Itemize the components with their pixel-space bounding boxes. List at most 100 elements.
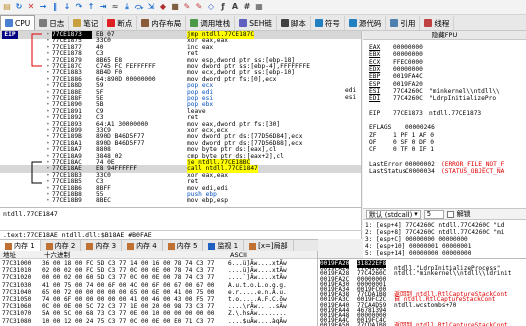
tab-label: 调用堆栈 [200,18,231,28]
animate-icon[interactable]: ≈ [110,2,120,12]
argument-row[interactable]: 2: [esp+8] 77C4260C ntdll.77C4260C "mi [365,229,504,236]
register-name: ESP [369,80,381,88]
register-row[interactable]: ESI 77C4260C "minkernel\\ntdll\\ [363,88,523,95]
argument-row[interactable]: 4: [esp+10] 00000001 00000001 [365,243,471,250]
register-row[interactable]: EIP 77CE1873 ntdll.77CE1873 [363,110,523,117]
register-value: 00000002 [405,160,435,168]
close-icon[interactable]: ✕ [26,2,36,12]
run-to-cursor-icon[interactable]: ⇥ [98,2,108,12]
unlock-checkbox[interactable] [446,210,454,218]
pause-icon[interactable]: ‖ [50,2,60,12]
dump-tab-label: 内存 4 [136,242,157,250]
register-row[interactable]: EBP 0019FA4C [363,73,523,80]
memory-icon [86,242,94,250]
calling-convention-select[interactable]: 默认 (stdcall) ▾ [366,209,421,219]
tab-breakpoint[interactable]: 断点 [103,16,138,30]
patch-icon[interactable]: ■ [170,2,180,12]
tab-label: 断点 [117,18,133,28]
step-into-icon[interactable]: ↓ [62,2,72,12]
argument-row[interactable]: 5: [esp+14] 00000000 00000000 [365,250,471,257]
register-value: 77C4260C [393,95,423,103]
dump-row[interactable]: 77C31020 00 00 02 00 60 5D C3 77 0C 00 0E… [0,274,318,281]
dump-row[interactable]: 77C31040 65 00 72 00 00 00 00 00 65 00 6E… [0,289,318,296]
dump-address: 77C31010 [2,267,32,275]
dump-address: 77C31070 [2,310,32,318]
register-row[interactable]: LastError 00000002 (ERROR_FILE_NOT_F [363,161,523,168]
register-row[interactable]: ESP 0019FA20 [363,81,523,88]
calculator-icon[interactable]: ▦ [254,2,264,12]
cpu-icon [5,19,13,27]
register-row[interactable] [363,154,523,161]
hide-fpu-toggle[interactable]: 隐藏FPU [363,31,526,40]
stack-view[interactable]: 0019FA20 31822EF8 0019FA24 77C4260C ntdll."L… [318,258,526,326]
dump-hex: 10 00 12 00 24 75 C3 77 0C 00 0E 00 E0 7… [42,317,215,325]
dump-row[interactable]: 77C31080 10 00 12 00 24 75 C3 77 0C 00 0E… [0,318,318,325]
register-row[interactable] [363,102,523,109]
dump-tab-bar: 内存 1 内存 2 内存 3 内存 4 内存 5 监视 1 [x=]局部 [0,239,318,252]
hash-icon[interactable]: # [242,2,252,12]
argument-row[interactable]: 1: [esp+4] 77C4260C ntdll.77C4260C "Ld [365,222,504,229]
font-icon[interactable]: A [230,2,240,12]
registers-panel[interactable]: 隐藏FPU EAX 00000000 EBX 00000000 ECX FFEC0000 E… [363,31,526,208]
stack-comment: 返回到 ntdll.RtlCaptureStackCont [394,322,508,326]
chevron-down-icon: ▾ [414,210,418,218]
tab-log[interactable]: 日志 [35,16,70,30]
register-row[interactable]: ECX FFEC0000 [363,59,523,66]
memory-dump-view[interactable]: 地址 十六进制 ASCII 77C31000 36 00 18 00 FC 5D … [0,251,318,326]
tab-script[interactable]: 脚本 [277,16,311,30]
tab-source[interactable]: 源代码 [345,16,387,30]
register-row[interactable]: EFLAGS 00000246 [363,124,523,131]
stack-row[interactable]: 0019FA50 77CDA1B8 返回到 ntdll.RtlCaptureStac… [318,322,526,326]
step-out-icon[interactable]: ↑ [86,2,96,12]
tab-label: CPU [15,18,31,28]
trace-over-icon[interactable]: ⤼ [134,2,144,12]
tab-references[interactable]: 引用 [386,16,421,30]
register-row[interactable]: EAX 00000000 [363,44,523,51]
run-icon[interactable]: → [38,2,48,12]
folder-open-icon[interactable]: ▤ [2,2,12,12]
dump-row[interactable]: 77C31030 41 00 75 00 74 00 6F 00 4C 00 6F… [0,282,318,289]
tab-seh[interactable]: SEH链 [235,16,277,30]
tab-threads[interactable]: 线程 [420,16,455,30]
breakpoint-dot[interactable]: • [46,197,50,205]
register-row[interactable]: EBX 00000000 [363,51,523,58]
disasm-row[interactable]: • 77CE18B9 8BEC mov ebp,esp [0,197,361,205]
register-row[interactable]: LastStatus C0000034 (STATUS_OBJECT_NA [363,168,523,175]
tab-cpu[interactable]: CPU [0,15,36,30]
label-icon[interactable]: ✎ [194,2,204,12]
register-row[interactable]: EDI 77C4260C "LdrpInitializePro [363,95,523,102]
disassembly-view[interactable]: EIP • 77CE1873 EB 07 jmp ntdll.77CE187C • 77CE… [0,31,362,207]
tab-label: 源代码 [358,18,382,28]
threads-icon [424,19,433,27]
restart-icon[interactable]: ↻ [14,2,24,12]
tab-notes[interactable]: 笔记 [69,16,104,30]
register-value: 00000000 [393,51,423,59]
arguments-panel[interactable]: 1: [esp+4] 77C4260C ntdll.77C4260C "Ld 2:… [363,220,526,258]
register-name: ZF [369,131,377,139]
scylla-icon[interactable]: ◆ [158,2,168,12]
register-row[interactable] [363,117,523,124]
register-row[interactable]: EDX 00000000 [363,66,523,73]
trace-into-icon[interactable]: ⤓ [122,2,132,12]
bookmark-icon[interactable]: ◇ [206,2,216,12]
register-name: EDX [369,65,381,73]
dump-header: 地址 十六进制 ASCII [0,251,317,259]
stack-value: 77CDA1B8 [357,322,387,326]
tab-memory-map[interactable]: 内存布局 [137,16,187,30]
dump-hex: 5A 00 5C 00 68 73 C3 77 0E 00 10 00 00 0… [42,310,215,318]
register-value: 0 TF 0 IF 1 [393,146,434,154]
register-row[interactable]: ZF 1 PF 1 AF 0 [363,132,523,139]
dump-tab-label: 监视 1 [217,242,239,250]
arg-count-spinbox[interactable]: 5 [423,209,444,219]
function-icon[interactable]: ƒ [218,2,228,12]
dump-row[interactable]: 77C31070 5A 00 5C 00 68 73 C3 77 0E 00 10… [0,310,318,317]
run-to-user-icon[interactable]: ⇲ [146,2,156,12]
tab-call-stack[interactable]: 调用堆栈 [186,16,236,30]
register-row[interactable]: OF 0 SF 0 DF 0 [363,139,523,146]
argument-row[interactable]: 3: [esp+C] 00000000 00000000 [365,236,468,243]
step-over-icon[interactable]: ↷ [74,2,84,12]
comment-icon[interactable]: ✎ [182,2,192,12]
dump-ascii: A.u.t.o.L.o.g.g. [228,281,287,289]
register-row[interactable]: CF 0 TF 0 IF 1 [363,146,523,153]
tab-symbols[interactable]: 符号 [311,16,345,30]
